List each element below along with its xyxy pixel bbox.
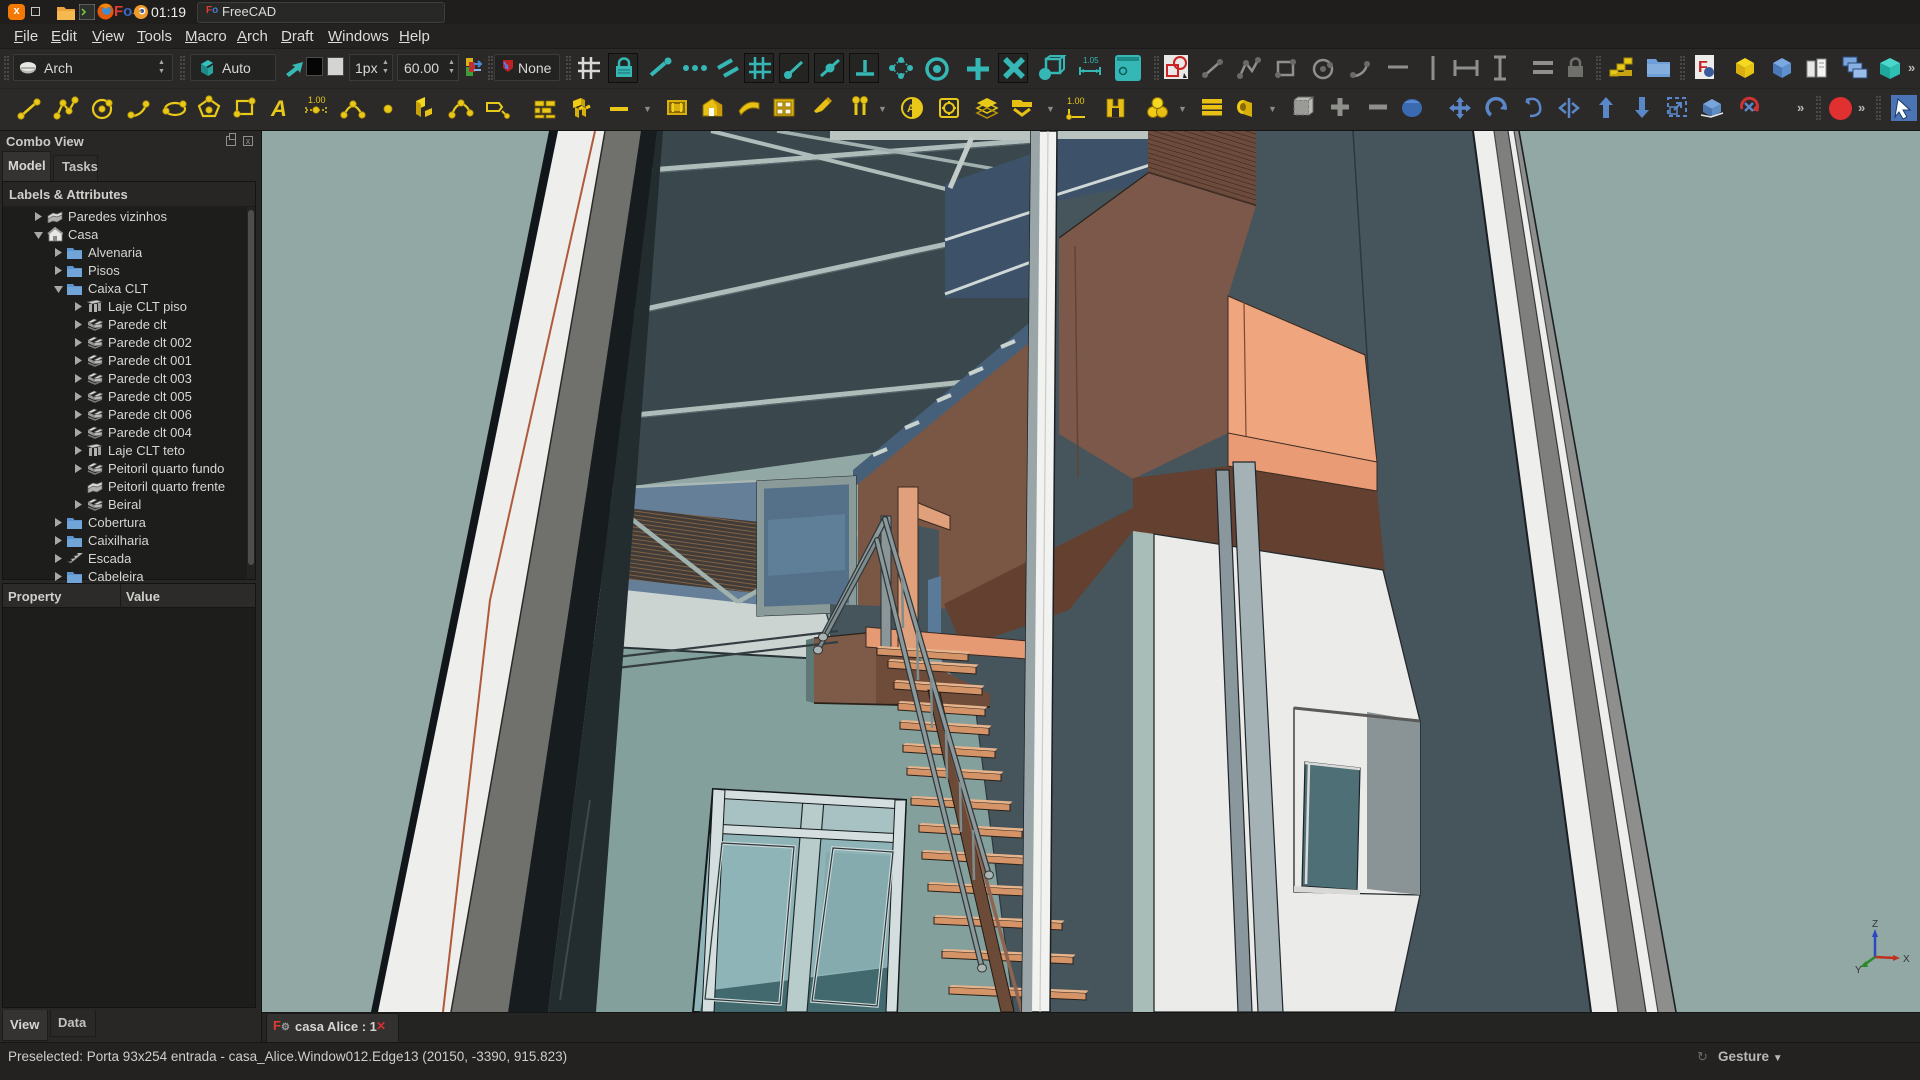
- svg-text:A: A: [270, 96, 287, 121]
- svg-text:Z: Z: [1872, 919, 1878, 930]
- svg-text:Y: Y: [1855, 965, 1862, 976]
- svg-text:X: X: [1903, 954, 1910, 965]
- svg-text:1.05: 1.05: [1083, 56, 1099, 65]
- svg-text:1.00: 1.00: [308, 95, 326, 105]
- svg-text:1.00: 1.00: [1067, 96, 1085, 106]
- svg-text:A: A: [907, 103, 915, 115]
